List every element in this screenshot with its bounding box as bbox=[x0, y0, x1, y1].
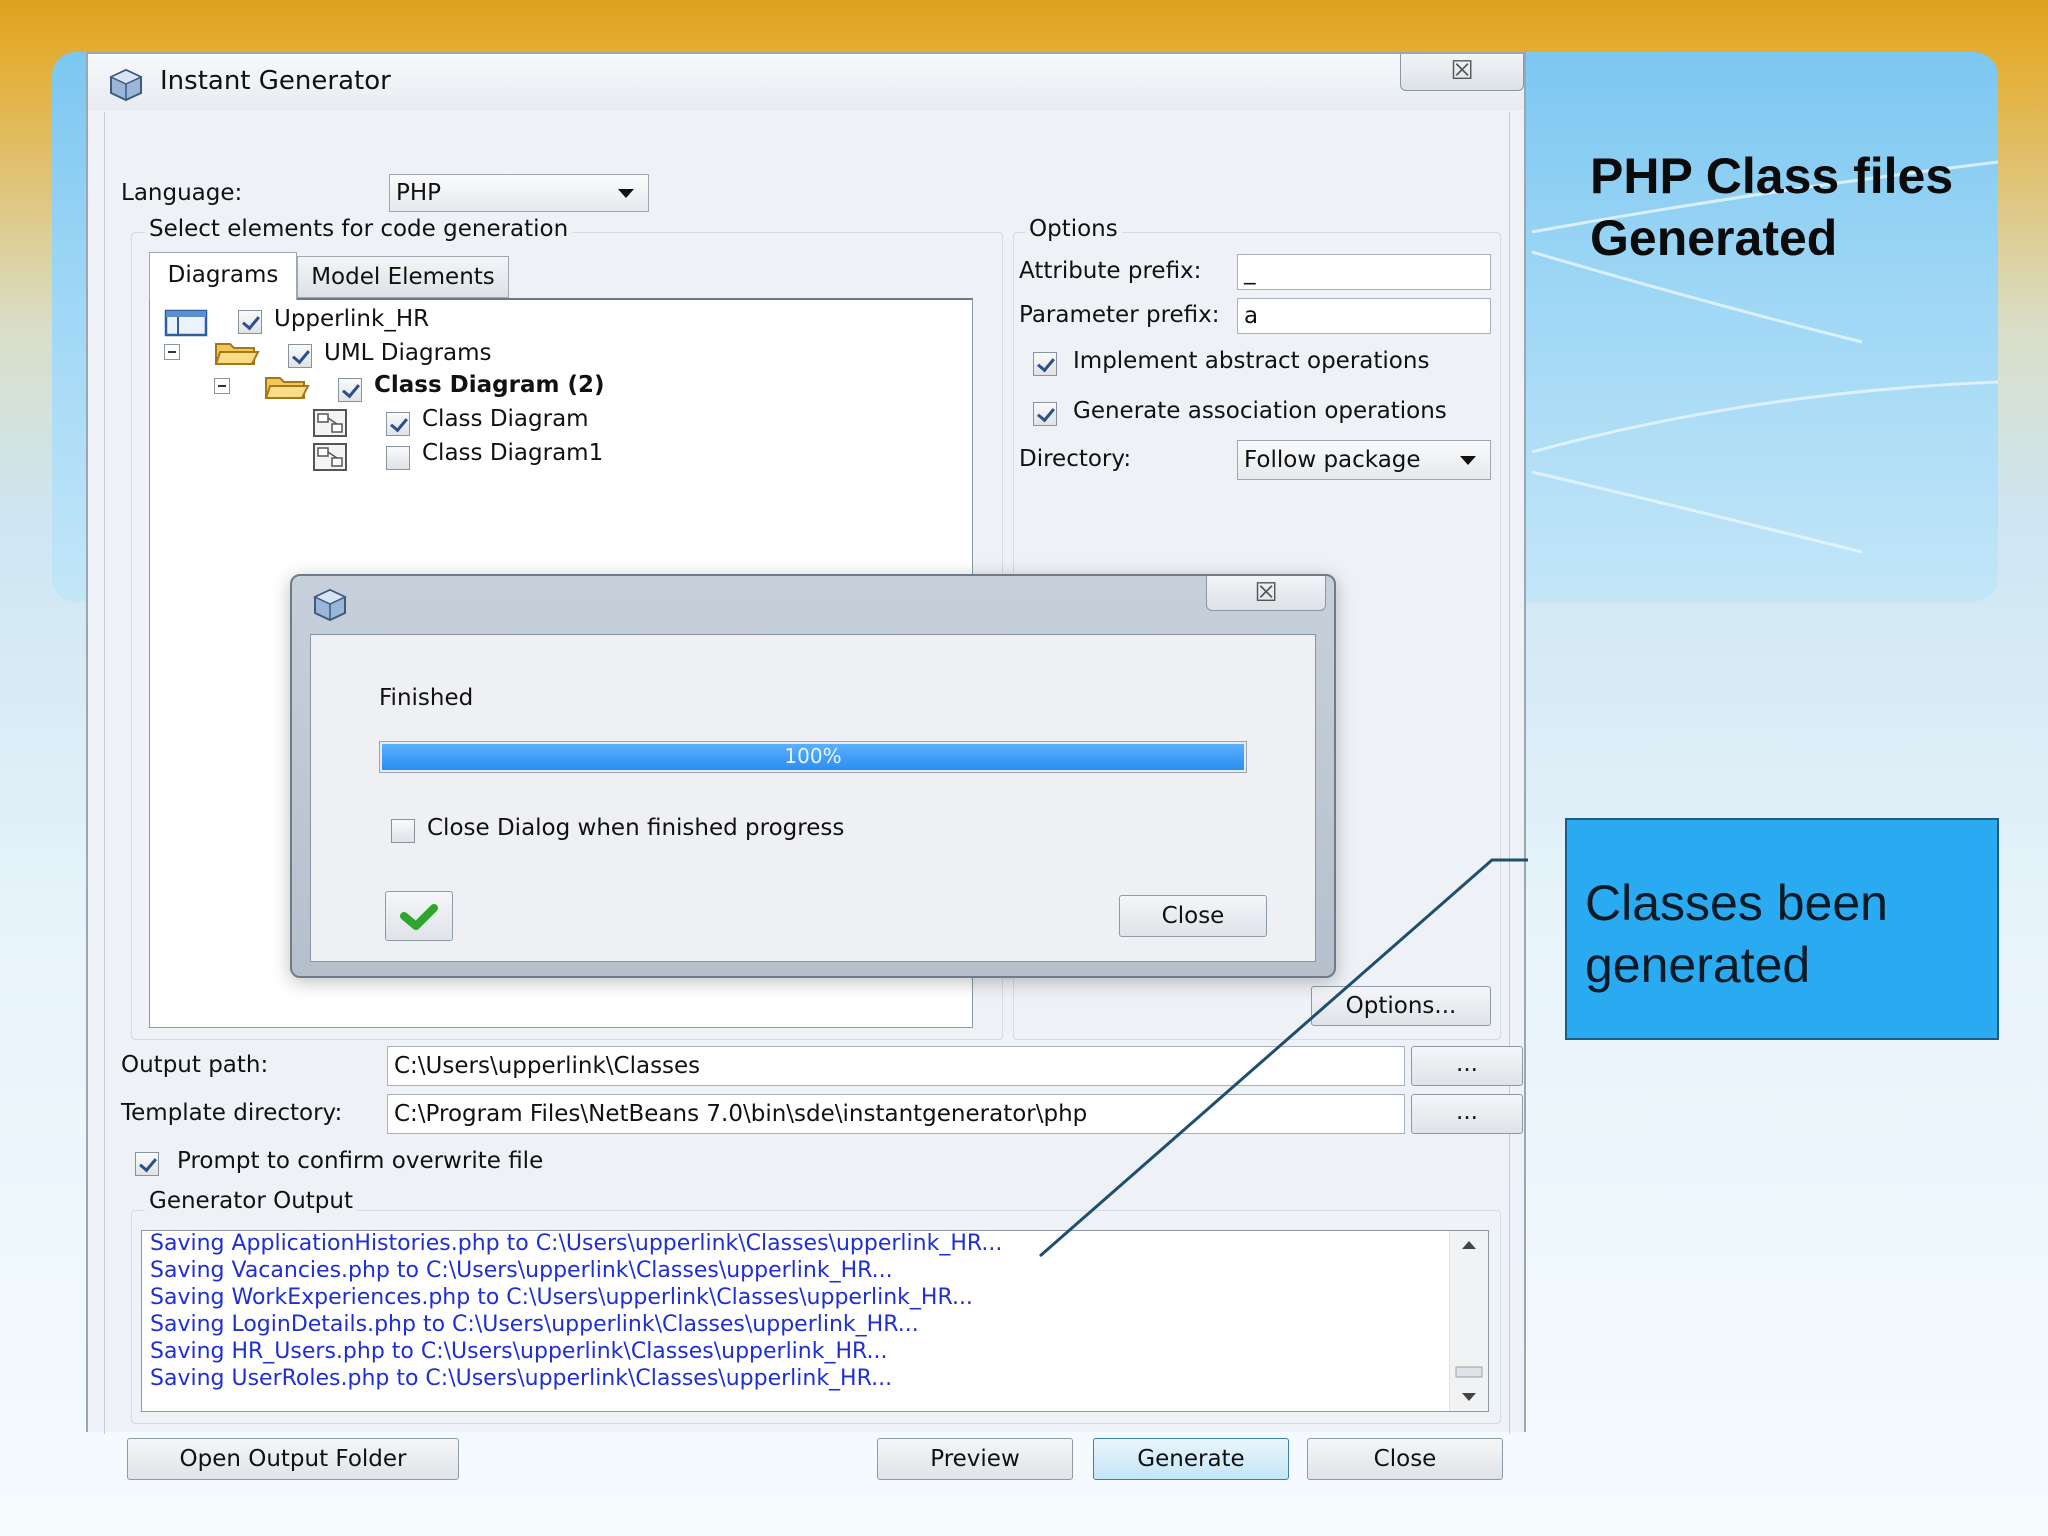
window-title: Instant Generator bbox=[160, 66, 391, 96]
output-scrollbar[interactable] bbox=[1449, 1231, 1488, 1411]
generator-output-log[interactable]: Saving ApplicationHistories.php to C:\Us… bbox=[141, 1230, 1489, 1412]
tree-collapse-icon[interactable] bbox=[214, 378, 230, 394]
tab-diagrams[interactable]: Diagrams bbox=[149, 252, 297, 300]
output-line: Saving LoginDetails.php to C:\Users\uppe… bbox=[150, 1312, 919, 1337]
tree-checkbox-upperlink-hr[interactable] bbox=[238, 310, 262, 334]
confirm-check-button[interactable] bbox=[385, 891, 453, 941]
prompt-overwrite-checkbox[interactable] bbox=[135, 1152, 159, 1176]
language-select-value: PHP bbox=[396, 180, 442, 206]
tree-item-class-diagram1[interactable]: Class Diagram1 bbox=[422, 440, 603, 466]
generate-button[interactable]: Generate bbox=[1093, 1438, 1289, 1480]
output-path-input[interactable]: C:\Users\upperlink\Classes bbox=[387, 1046, 1405, 1086]
progress-percent: 100% bbox=[784, 744, 842, 768]
tab-model-elements[interactable]: Model Elements bbox=[297, 256, 509, 298]
class-diagram-icon bbox=[313, 409, 347, 437]
class-diagram-icon bbox=[313, 443, 347, 471]
open-output-folder-button[interactable]: Open Output Folder bbox=[127, 1438, 459, 1480]
cube-icon bbox=[109, 68, 143, 102]
implement-abstract-label: Implement abstract operations bbox=[1073, 348, 1430, 374]
tree-item-uml-diagrams[interactable]: UML Diagrams bbox=[324, 340, 492, 366]
preview-button[interactable]: Preview bbox=[877, 1438, 1073, 1480]
tree-checkbox-uml-diagrams[interactable] bbox=[288, 344, 312, 368]
tree-checkbox-class-diagram1[interactable] bbox=[386, 446, 410, 470]
slide-title-line1: PHP Class files bbox=[1590, 148, 1954, 204]
template-directory-input[interactable]: C:\Program Files\NetBeans 7.0\bin\sde\in… bbox=[387, 1094, 1405, 1134]
progress-dialog: ☒ Finished 100% Close Dialog when finish… bbox=[290, 574, 1336, 978]
green-check-icon bbox=[400, 904, 438, 930]
directory-select[interactable]: Follow package bbox=[1237, 440, 1491, 480]
chevron-down-icon bbox=[1460, 456, 1476, 465]
output-line: Saving Vacancies.php to C:\Users\upperli… bbox=[150, 1258, 893, 1283]
close-when-finished-label: Close Dialog when finished progress bbox=[427, 815, 845, 841]
progress-close-button[interactable]: Close bbox=[1119, 895, 1267, 937]
progress-dialog-close-button[interactable]: ☒ bbox=[1206, 576, 1326, 611]
close-icon: ☒ bbox=[1254, 578, 1278, 608]
callout-line2: generated bbox=[1585, 937, 1811, 993]
scroll-thumb bbox=[1455, 1366, 1483, 1378]
callout-line1: Classes been bbox=[1585, 875, 1888, 931]
output-line: Saving HR_Users.php to C:\Users\upperlin… bbox=[150, 1339, 888, 1364]
tree-item-upperlink-hr[interactable]: Upperlink_HR bbox=[274, 306, 429, 332]
scroll-up-icon bbox=[1462, 1241, 1476, 1249]
output-path-browse-button[interactable]: ... bbox=[1411, 1046, 1523, 1086]
close-when-finished-checkbox[interactable] bbox=[391, 819, 415, 843]
generate-association-label: Generate association operations bbox=[1073, 398, 1447, 424]
progress-dialog-body: Finished 100% Close Dialog when finished… bbox=[310, 634, 1316, 962]
language-label: Language: bbox=[121, 180, 243, 206]
generator-output-label: Generator Output bbox=[145, 1188, 358, 1214]
generate-association-checkbox[interactable] bbox=[1033, 402, 1057, 426]
close-button[interactable]: Close bbox=[1307, 1438, 1503, 1480]
select-elements-group-label: Select elements for code generation bbox=[145, 216, 573, 242]
parameter-prefix-input[interactable]: a bbox=[1237, 298, 1491, 334]
project-icon bbox=[164, 309, 208, 337]
tree-collapse-icon[interactable] bbox=[164, 344, 180, 360]
window-titlebar[interactable]: Instant Generator ☒ bbox=[88, 54, 1524, 110]
attribute-prefix-input[interactable]: _ bbox=[1237, 254, 1491, 290]
attribute-prefix-label: Attribute prefix: bbox=[1019, 258, 1202, 284]
slide-title-line2: Generated bbox=[1590, 210, 1838, 266]
callout-text: Classes been generated bbox=[1585, 872, 1985, 996]
implement-abstract-checkbox[interactable] bbox=[1033, 352, 1057, 376]
tree-checkbox-class-diagram[interactable] bbox=[386, 412, 410, 436]
progress-bar: 100% bbox=[379, 741, 1247, 773]
tree-item-class-diagram-group[interactable]: Class Diagram (2) bbox=[374, 372, 605, 398]
window-close-button[interactable]: ☒ bbox=[1400, 54, 1524, 91]
cube-icon bbox=[313, 588, 347, 622]
output-line: Saving ApplicationHistories.php to C:\Us… bbox=[150, 1231, 1003, 1256]
close-icon: ☒ bbox=[1450, 56, 1474, 86]
tree-item-class-diagram[interactable]: Class Diagram bbox=[422, 406, 589, 432]
callout-box: Classes been generated bbox=[1565, 818, 1999, 1040]
scroll-arrows bbox=[1455, 1241, 1483, 1401]
options-button[interactable]: Options... bbox=[1311, 986, 1491, 1026]
prompt-overwrite-label: Prompt to confirm overwrite file bbox=[177, 1148, 544, 1174]
tree-checkbox-class-diagram-group[interactable] bbox=[338, 378, 362, 402]
template-directory-browse-button[interactable]: ... bbox=[1411, 1094, 1523, 1134]
folder-open-icon bbox=[264, 377, 310, 399]
output-line: Saving WorkExperiences.php to C:\Users\u… bbox=[150, 1285, 973, 1310]
directory-select-value: Follow package bbox=[1244, 447, 1421, 473]
options-group-label: Options bbox=[1025, 216, 1122, 242]
scroll-down-icon bbox=[1462, 1393, 1476, 1401]
slide-title: PHP Class files Generated bbox=[1590, 145, 2010, 269]
folder-open-icon bbox=[214, 343, 260, 365]
progress-status: Finished bbox=[379, 685, 474, 711]
directory-label: Directory: bbox=[1019, 446, 1132, 472]
chevron-down-icon bbox=[618, 189, 634, 198]
output-line: Saving UserRoles.php to C:\Users\upperli… bbox=[150, 1366, 893, 1391]
language-select[interactable]: PHP bbox=[389, 174, 649, 212]
parameter-prefix-label: Parameter prefix: bbox=[1019, 302, 1220, 328]
output-path-label: Output path: bbox=[121, 1052, 269, 1078]
template-directory-label: Template directory: bbox=[121, 1100, 343, 1126]
